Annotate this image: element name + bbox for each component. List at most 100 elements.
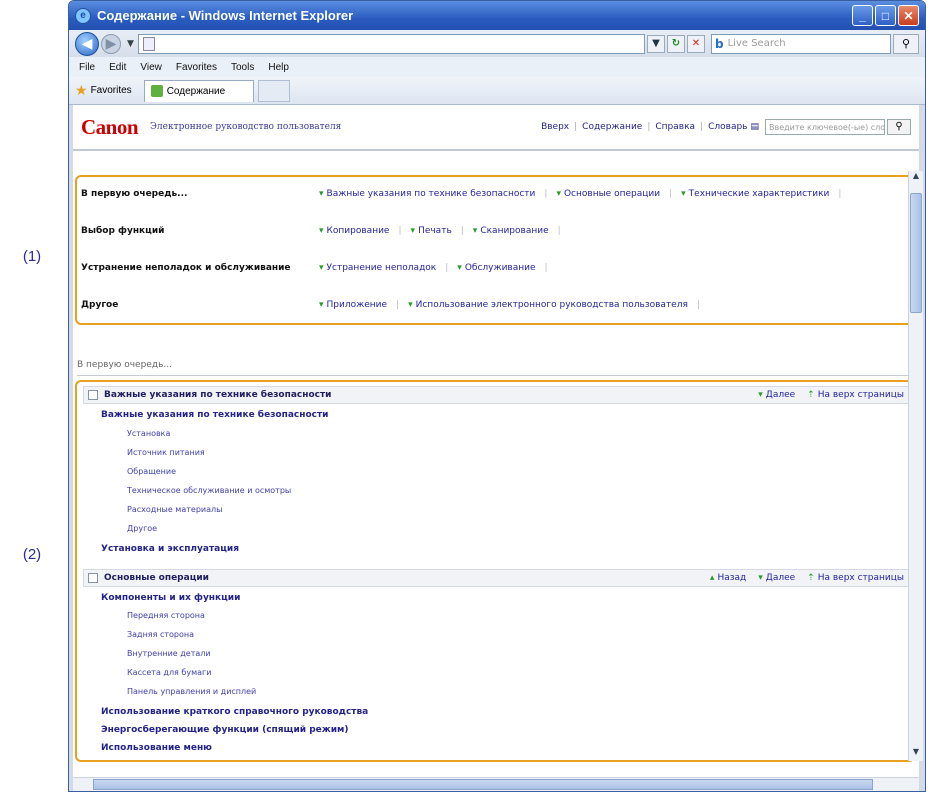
menu-help[interactable]: Help [268, 62, 289, 73]
page-top-link[interactable]: ⇡ На верх страницы [807, 390, 904, 400]
search-button[interactable]: ⚲ [893, 33, 919, 54]
menu-bar: File Edit View Favorites Tools Help [69, 57, 925, 77]
group-heading-link[interactable]: Энергосберегающие функции (спящий режим) [101, 725, 349, 735]
forward-button[interactable]: ▶ [101, 33, 121, 54]
ie-logo-icon: e [75, 7, 91, 24]
section-detail-box: Важные указания по технике безопасности … [75, 380, 915, 762]
menu-row-other: Другое ▾ Приложение | ▾ Использование элек… [81, 300, 700, 310]
menu-link[interactable]: ▾ Сканирование [473, 226, 549, 236]
minimize-button[interactable]: _ [852, 5, 873, 26]
section-nav: ▾ Далее ⇡ На верх страницы [746, 390, 904, 400]
next-link[interactable]: ▾ Далее [758, 390, 795, 400]
section-title: Основные операции [104, 573, 209, 583]
link-top[interactable]: Вверх [541, 122, 569, 132]
menu-link[interactable]: ▾ Технические характеристики [681, 189, 829, 199]
h-scroll-thumb[interactable] [93, 779, 873, 790]
quick-menu-box: В первую очередь... ▾ Важные указания по … [75, 175, 915, 325]
menu-file[interactable]: File [79, 62, 95, 73]
page-icon [142, 36, 155, 51]
tab-page-icon [150, 85, 163, 97]
menu-row-functions: Выбор функций ▾ Копирование | ▾ Печать | ▾… [81, 226, 561, 236]
menu-tools[interactable]: Tools [231, 62, 254, 73]
header-links: Вверх | Содержание | Справка | Словарь ▤ [541, 122, 759, 132]
item-link[interactable]: Кассета для бумаги [127, 668, 211, 677]
menu-category: Устранение неполадок и обслуживание [81, 263, 291, 273]
item-link[interactable]: Обращение [127, 467, 176, 476]
section-header: Важные указания по технике безопасности … [83, 386, 909, 404]
menu-favorites[interactable]: Favorites [176, 62, 217, 73]
vertical-scrollbar[interactable]: ▲ ▼ [908, 171, 923, 761]
item-link[interactable]: Внутренние детали [127, 649, 211, 658]
tab-contents[interactable]: Содержание [143, 79, 254, 102]
menu-view[interactable]: View [140, 62, 162, 73]
menu-link[interactable]: ▾ Приложение [319, 300, 387, 310]
link-glossary[interactable]: Словарь [708, 122, 747, 132]
link-help[interactable]: Справка [655, 122, 695, 132]
menu-row-first: В первую очередь... ▾ Важные указания по … [81, 189, 842, 199]
group-heading-link[interactable]: Важные указания по технике безопасности [101, 410, 329, 420]
bing-icon: b [715, 36, 724, 51]
next-link[interactable]: ▾ Далее [758, 573, 795, 583]
menu-link[interactable]: ▾ Использование электронного руководства … [408, 300, 688, 310]
item-link[interactable]: Другое [127, 524, 157, 533]
close-button[interactable]: ✕ [898, 5, 919, 26]
callout-label-1: (1) [22, 248, 42, 265]
item-link[interactable]: Техническое обслуживание и осмотры [127, 486, 291, 495]
group-heading-link[interactable]: Компоненты и их функции [101, 593, 240, 603]
scroll-up-icon[interactable]: ▲ [910, 171, 922, 185]
maximize-button[interactable]: □ [875, 5, 896, 26]
manual-subtitle: Электронное руководство пользователя [150, 122, 342, 132]
group-heading-link[interactable]: Использование меню [101, 743, 212, 753]
refresh-button[interactable]: ↻ [667, 34, 685, 53]
menu-row-troubleshooting: Устранение неполадок и обслуживание ▾ Уст… [81, 263, 548, 273]
menu-link[interactable]: ▾ Копирование [319, 226, 389, 236]
browser-window: e Содержание - Windows Internet Explorer… [68, 0, 926, 792]
page-content: Canon Электронное руководство пользовате… [73, 105, 919, 781]
horizontal-scrollbar[interactable] [73, 777, 919, 791]
history-dropdown-icon[interactable]: ▼ [127, 39, 134, 49]
search-placeholder: Live Search [727, 38, 786, 49]
item-link[interactable]: Передняя сторона [127, 611, 205, 620]
new-tab-button[interactable] [257, 79, 290, 102]
page-top-link[interactable]: ⇡ На верх страницы [807, 573, 904, 583]
back-link[interactable]: ▴ Назад [710, 573, 746, 583]
menu-edit[interactable]: Edit [109, 62, 126, 73]
item-link[interactable]: Задняя сторона [127, 630, 194, 639]
menu-category: Выбор функций [81, 226, 165, 236]
section-title: Важные указания по технике безопасности [104, 390, 332, 400]
menu-category: В первую очередь... [81, 189, 188, 199]
menu-link[interactable]: ▾ Печать [411, 226, 452, 236]
scroll-down-icon[interactable]: ▼ [910, 747, 922, 761]
menu-link[interactable]: ▾ Обслуживание [457, 263, 535, 273]
stop-button[interactable]: ✕ [687, 34, 705, 53]
item-link[interactable]: Панель управления и дисплей [127, 687, 256, 696]
section-header: Основные операции ▴ Назад ▾ Далее ⇡ На верх… [83, 569, 909, 587]
tab-label: Содержание [166, 85, 226, 97]
section-nav: ▴ Назад ▾ Далее ⇡ На верх страницы [698, 573, 904, 583]
search-field[interactable]: b Live Search [711, 33, 891, 54]
menu-link[interactable]: ▾ Основные операции [556, 189, 660, 199]
item-link[interactable]: Установка [127, 429, 170, 438]
back-button[interactable]: ◀ [75, 31, 99, 56]
menu-link[interactable]: ▾ Устранение неполадок [319, 263, 436, 273]
manual-header: Canon Электронное руководство пользовате… [73, 105, 919, 151]
group-heading-link[interactable]: Установка и эксплуатация [101, 544, 239, 554]
keyword-search-button[interactable]: ⚲ [887, 119, 911, 135]
section-toggle-icon[interactable] [88, 390, 98, 400]
item-link[interactable]: Расходные материалы [127, 505, 222, 514]
favorites-button[interactable]: Favorites [91, 85, 132, 96]
link-contents[interactable]: Содержание [582, 122, 642, 132]
favorites-bar: ★ Favorites Содержание [69, 77, 925, 105]
section-toggle-icon[interactable] [88, 573, 98, 583]
item-link[interactable]: Источник питания [127, 448, 205, 457]
address-field[interactable] [137, 33, 645, 54]
title-bar: e Содержание - Windows Internet Explorer… [69, 1, 925, 30]
keyword-search-field[interactable]: Введите ключевое(-ые) слово(-а). [765, 119, 885, 135]
scroll-thumb[interactable] [910, 193, 922, 313]
breadcrumb: В первую очередь... [77, 360, 172, 370]
address-dropdown-button[interactable]: ▼ [647, 34, 665, 53]
group-heading-link[interactable]: Использование краткого справочного руков… [101, 707, 368, 717]
divider [77, 375, 913, 376]
menu-link[interactable]: ▾ Важные указания по технике безопасности [319, 189, 535, 199]
glossary-icon: ▤ [750, 122, 759, 132]
